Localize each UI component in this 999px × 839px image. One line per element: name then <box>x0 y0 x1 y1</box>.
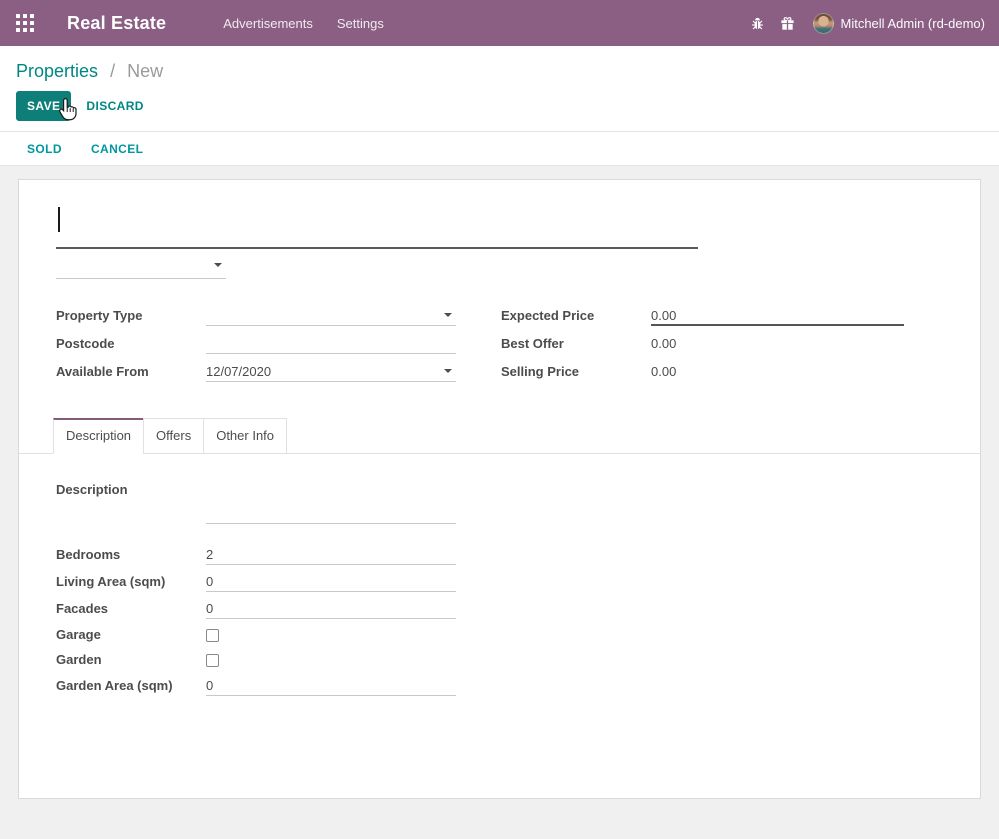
cancel-button[interactable]: CANCEL <box>91 142 143 156</box>
expected-price-label: Expected Price <box>501 305 651 326</box>
chevron-down-icon <box>444 369 452 373</box>
selling-price-label: Selling Price <box>501 361 651 382</box>
action-buttons: SAVE DISCARD <box>16 91 983 121</box>
available-from-value: 12/07/2020 <box>206 364 271 379</box>
field-row-available-from: Available From 12/07/2020 <box>56 361 501 382</box>
navbar-menu: Advertisements Settings <box>223 13 384 34</box>
field-row-facades: Facades 0 <box>56 598 940 619</box>
tab-description[interactable]: Description <box>53 418 144 454</box>
notebook-tabs: Description Offers Other Info <box>19 418 980 454</box>
selling-price-value: 0.00 <box>651 361 904 382</box>
bedrooms-value: 2 <box>206 547 213 562</box>
property-name-input[interactable] <box>56 204 698 249</box>
breadcrumb-properties[interactable]: Properties <box>16 61 98 81</box>
field-row-bedrooms: Bedrooms 2 <box>56 544 940 565</box>
garden-label: Garden <box>56 650 206 670</box>
facades-value: 0 <box>206 601 213 616</box>
save-button[interactable]: SAVE <box>16 91 71 121</box>
tags-input[interactable] <box>56 252 226 279</box>
field-row-property-type: Property Type <box>56 305 501 326</box>
tab-offers[interactable]: Offers <box>143 418 204 454</box>
bedrooms-input[interactable]: 2 <box>206 544 456 565</box>
property-type-label: Property Type <box>56 305 206 326</box>
tab-description-content: Description Bedrooms 2 Living Area (sqm)… <box>56 454 940 696</box>
field-column-left: Property Type Postcode Available From <box>56 305 501 389</box>
form-sheet: Property Type Postcode Available From <box>18 179 981 799</box>
garage-label: Garage <box>56 625 206 645</box>
expected-price-value: 0.00 <box>651 308 676 323</box>
breadcrumb-new: New <box>127 61 163 81</box>
field-row-postcode: Postcode <box>56 333 501 354</box>
field-row-best-offer: Best Offer 0.00 <box>501 333 919 354</box>
bug-icon[interactable] <box>743 16 773 31</box>
breadcrumb: Properties / New <box>16 60 983 82</box>
form-statusbar: SOLD CANCEL <box>0 132 999 166</box>
postcode-label: Postcode <box>56 333 206 354</box>
navbar-right: Mitchell Admin (rd-demo) <box>743 13 986 34</box>
best-offer-value: 0.00 <box>651 333 904 354</box>
description-label: Description <box>56 482 206 524</box>
menu-advertisements[interactable]: Advertisements <box>223 13 313 34</box>
property-type-input[interactable] <box>206 305 456 326</box>
best-offer-label: Best Offer <box>501 333 651 354</box>
description-input[interactable] <box>206 482 456 524</box>
menu-settings[interactable]: Settings <box>337 13 384 34</box>
control-panel: Properties / New SAVE DISCARD <box>0 46 999 132</box>
app-name[interactable]: Real Estate <box>67 13 166 34</box>
field-row-garden-area: Garden Area (sqm) 0 <box>56 675 940 696</box>
field-row-garage: Garage <box>56 625 940 645</box>
expected-price-input[interactable]: 0.00 <box>651 305 904 326</box>
apps-grid-icon[interactable] <box>16 14 34 32</box>
garden-area-label: Garden Area (sqm) <box>56 675 206 696</box>
postcode-input[interactable] <box>206 333 456 354</box>
facades-label: Facades <box>56 598 206 619</box>
available-from-label: Available From <box>56 361 206 382</box>
garden-checkbox[interactable] <box>206 654 219 667</box>
chevron-down-icon <box>214 263 222 267</box>
bedrooms-label: Bedrooms <box>56 544 206 565</box>
field-row-garden: Garden <box>56 650 940 670</box>
living-area-input[interactable]: 0 <box>206 571 456 592</box>
field-row-expected-price: Expected Price 0.00 <box>501 305 919 326</box>
gift-icon[interactable] <box>773 16 803 31</box>
sold-button[interactable]: SOLD <box>27 142 62 156</box>
living-area-value: 0 <box>206 574 213 589</box>
chevron-down-icon <box>444 313 452 317</box>
field-grid: Property Type Postcode Available From <box>56 305 940 389</box>
discard-button[interactable]: DISCARD <box>86 99 143 113</box>
living-area-label: Living Area (sqm) <box>56 571 206 592</box>
field-column-right: Expected Price 0.00 Best Offer 0.00 Sell… <box>501 305 919 389</box>
field-row-living-area: Living Area (sqm) 0 <box>56 571 940 592</box>
top-navbar: Real Estate Advertisements Settings <box>0 0 999 46</box>
available-from-input[interactable]: 12/07/2020 <box>206 361 456 382</box>
user-menu[interactable]: Mitchell Admin (rd-demo) <box>841 16 986 31</box>
text-cursor <box>58 207 60 232</box>
facades-input[interactable]: 0 <box>206 598 456 619</box>
garden-area-value: 0 <box>206 678 213 693</box>
avatar[interactable] <box>813 13 834 34</box>
field-row-description: Description <box>56 482 940 524</box>
tab-other-info[interactable]: Other Info <box>203 418 287 454</box>
form-view: Property Type Postcode Available From <box>0 166 999 839</box>
field-row-selling-price: Selling Price 0.00 <box>501 361 919 382</box>
garden-area-input[interactable]: 0 <box>206 675 456 696</box>
garage-checkbox[interactable] <box>206 629 219 642</box>
breadcrumb-separator: / <box>110 61 115 81</box>
